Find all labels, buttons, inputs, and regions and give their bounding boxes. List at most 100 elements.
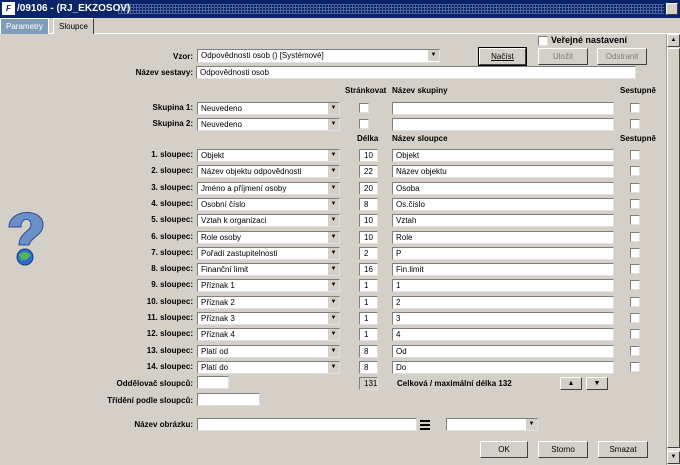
ok-button[interactable]: OK — [480, 441, 528, 458]
column-select[interactable]: Pořadí zastupitelnosti ▼ — [197, 246, 340, 260]
column-sestupne-checkbox[interactable] — [630, 247, 640, 258]
column-name-input[interactable]: P — [392, 246, 614, 260]
column-name-input[interactable]: Objekt — [392, 149, 614, 162]
chevron-down-icon[interactable]: ▼ — [327, 231, 339, 243]
chevron-down-icon[interactable]: ▼ — [327, 103, 339, 114]
column-sestupne-checkbox[interactable] — [630, 361, 640, 372]
tab-sloupce[interactable]: Sloupce — [53, 18, 94, 34]
column-length-input[interactable]: 1 — [359, 295, 378, 309]
column-length-input[interactable]: 1 — [359, 312, 378, 325]
column-select[interactable]: Objekt ▼ — [197, 149, 340, 162]
chevron-down-icon[interactable]: ▼ — [525, 419, 537, 430]
chevron-down-icon[interactable]: ▼ — [327, 296, 339, 308]
column-select[interactable]: Platí od ▼ — [197, 344, 340, 358]
column-name-input[interactable]: 3 — [392, 312, 614, 325]
chevron-down-icon[interactable]: ▼ — [327, 361, 339, 373]
column-select[interactable]: Jméno a příjmení osoby ▼ — [197, 181, 340, 195]
column-select[interactable]: Příznak 2 ▼ — [197, 295, 340, 309]
list-icon[interactable] — [420, 419, 430, 431]
column-sestupne-checkbox[interactable] — [630, 231, 640, 242]
column-length-input[interactable]: 10 — [359, 214, 378, 228]
nazev-obrazku-input[interactable] — [197, 418, 417, 431]
ulozit-button[interactable]: Uložit — [538, 48, 588, 65]
column-name-input[interactable]: Název objektu — [392, 165, 614, 179]
column-name-input[interactable]: Do — [392, 360, 614, 374]
column-sestupne-checkbox[interactable] — [630, 182, 640, 193]
column-select[interactable]: Role osoby ▼ — [197, 230, 340, 244]
column-length-input[interactable]: 8 — [359, 344, 378, 358]
column-name-input[interactable]: Fin.limit — [392, 263, 614, 277]
scrollbar-thumb[interactable] — [667, 48, 680, 448]
group-name-input[interactable] — [392, 102, 614, 115]
chevron-down-icon[interactable]: ▼ — [327, 198, 339, 210]
obrazek-select[interactable]: ▼ — [446, 418, 538, 431]
oddelovac-input[interactable] — [197, 376, 229, 389]
column-sestupne-checkbox[interactable] — [630, 215, 640, 226]
scroll-down-icon[interactable]: ▼ — [667, 451, 680, 464]
chevron-down-icon[interactable]: ▼ — [327, 329, 339, 341]
chevron-down-icon[interactable]: ▼ — [327, 247, 339, 259]
chevron-down-icon[interactable]: ▼ — [327, 280, 339, 292]
group-strankovat-checkbox[interactable] — [359, 119, 369, 129]
chevron-down-icon[interactable]: ▼ — [327, 166, 339, 178]
chevron-down-icon[interactable]: ▼ — [327, 313, 339, 324]
group-name-input[interactable] — [392, 118, 614, 131]
column-length-input[interactable]: 22 — [359, 165, 378, 179]
chevron-down-icon[interactable]: ▼ — [327, 182, 339, 194]
column-length-input[interactable]: 2 — [359, 246, 378, 260]
storno-button[interactable]: Storno — [538, 441, 588, 458]
window-close-button[interactable] — [666, 3, 678, 15]
column-name-input[interactable]: Role — [392, 230, 614, 244]
chevron-down-icon[interactable]: ▼ — [327, 150, 339, 161]
column-sestupne-checkbox[interactable] — [630, 198, 640, 209]
column-sestupne-checkbox[interactable] — [630, 264, 640, 275]
column-name-input[interactable]: 1 — [392, 279, 614, 293]
chevron-down-icon[interactable]: ▼ — [327, 264, 339, 276]
column-name-input[interactable]: Os.číslo — [392, 197, 614, 211]
column-select[interactable]: Finanční limit ▼ — [197, 263, 340, 277]
nazev-sestavy-input[interactable]: Odpovědnosti osob — [196, 66, 636, 79]
nacist-button[interactable]: Načíst — [478, 47, 527, 66]
arrow-up-icon[interactable]: ▲ — [560, 377, 582, 390]
column-name-input[interactable]: 2 — [392, 295, 614, 309]
column-sestupne-checkbox[interactable] — [630, 345, 640, 356]
column-select[interactable]: Platí do ▼ — [197, 360, 340, 374]
odstranit-button[interactable]: Odstranit — [597, 48, 647, 65]
chevron-down-icon[interactable]: ▼ — [327, 345, 339, 357]
column-select[interactable]: Osobní číslo ▼ — [197, 197, 340, 211]
column-sestupne-checkbox[interactable] — [630, 313, 640, 323]
group-select[interactable]: Neuvedeno ▼ — [197, 102, 340, 115]
column-select[interactable]: Vztah k organizaci ▼ — [197, 214, 340, 228]
chevron-down-icon[interactable]: ▼ — [327, 119, 339, 130]
column-sestupne-checkbox[interactable] — [630, 280, 640, 291]
group-sestupne-checkbox[interactable] — [630, 119, 640, 129]
column-length-input[interactable]: 8 — [359, 360, 378, 374]
column-sestupne-checkbox[interactable] — [630, 150, 640, 160]
vertical-scrollbar[interactable]: ▲ ▼ — [666, 34, 680, 465]
column-length-input[interactable]: 1 — [359, 279, 378, 293]
column-length-input[interactable]: 20 — [359, 181, 378, 195]
column-length-input[interactable]: 10 — [359, 149, 378, 162]
column-name-input[interactable]: 4 — [392, 328, 614, 342]
tab-parametry[interactable]: Parametry — [0, 18, 49, 34]
verejne-nastaveni-checkbox[interactable] — [538, 36, 548, 46]
column-select[interactable]: Příznak 4 ▼ — [197, 328, 340, 342]
column-name-input[interactable]: Osoba — [392, 181, 614, 195]
column-length-input[interactable]: 8 — [359, 197, 378, 211]
column-select[interactable]: Příznak 3 ▼ — [197, 312, 340, 325]
vzor-select[interactable]: Odpovědnosti osob () [Systémové] ▼ — [197, 49, 440, 63]
column-length-input[interactable]: 10 — [359, 230, 378, 244]
chevron-down-icon[interactable]: ▼ — [427, 50, 439, 61]
group-strankovat-checkbox[interactable] — [359, 103, 369, 113]
group-select[interactable]: Neuvedeno ▼ — [197, 118, 340, 131]
column-length-input[interactable]: 16 — [359, 263, 378, 277]
column-name-input[interactable]: Od — [392, 344, 614, 358]
column-select[interactable]: Název objektu odpovědnosti ▼ — [197, 165, 340, 179]
scroll-up-icon[interactable]: ▲ — [667, 34, 680, 47]
column-name-input[interactable]: Vztah — [392, 214, 614, 228]
column-length-input[interactable]: 1 — [359, 328, 378, 342]
column-select[interactable]: Příznak 1 ▼ — [197, 279, 340, 293]
column-sestupne-checkbox[interactable] — [630, 296, 640, 307]
trideni-input[interactable] — [197, 393, 260, 406]
arrow-down-icon[interactable]: ▼ — [586, 377, 608, 390]
